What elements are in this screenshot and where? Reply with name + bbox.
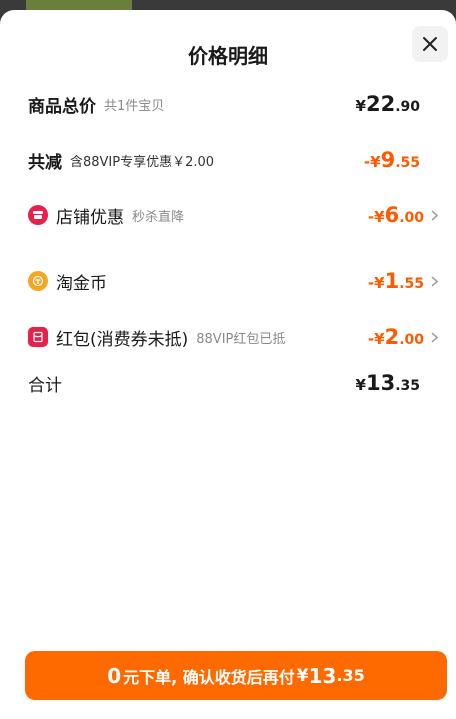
row-sum: 合计 ¥13.35 (28, 368, 438, 398)
vip-discount-note: 含88VIP专享优惠￥2.00 (70, 154, 215, 170)
coin-value: -¥1.55 (367, 269, 424, 293)
shop-discount-value: -¥6.00 (367, 203, 424, 227)
pay-later-order-button[interactable]: 0 元下单, 确认收货后再付 ¥ 13 .35 (25, 651, 447, 700)
red-packet-value: -¥2.00 (367, 325, 424, 349)
coin-label: 淘金币 (56, 273, 107, 294)
sheet-title: 价格明细 (188, 44, 268, 68)
red-packet-note: 88VIP红包已抵 (196, 331, 286, 347)
coin-icon (28, 271, 48, 291)
total-discount-label: 共减 (28, 152, 62, 173)
row-total-price: 商品总价 共1件宝贝 ¥22.90 (28, 89, 438, 119)
total-price-label: 商品总价 (28, 96, 96, 117)
total-discount-value: -¥9.55 (363, 148, 420, 172)
red-packet-icon (28, 327, 48, 347)
sum-label: 合计 (28, 375, 62, 396)
row-taobao-coin[interactable]: 淘金币 -¥1.55 (28, 266, 438, 296)
shop-discount-note: 秒杀直降 (132, 209, 185, 225)
chevron-right-icon (426, 331, 438, 343)
close-icon (423, 37, 437, 51)
red-packet-label: 红包(消费券未抵) (56, 329, 189, 350)
chevron-right-icon (426, 275, 438, 287)
sum-value: ¥13.35 (355, 371, 420, 395)
row-red-packet[interactable]: 红包(消费券未抵) 88VIP红包已抵 -¥2.00 (28, 322, 438, 352)
chevron-right-icon (426, 209, 438, 221)
shop-icon (28, 205, 48, 225)
price-detail-sheet: 价格明细 商品总价 共1件宝贝 ¥22.90 共减 含88VIP专享优惠￥2.0… (0, 10, 456, 719)
row-total-discount: 共减 含88VIP专享优惠￥2.00 -¥9.55 (28, 145, 438, 175)
close-button[interactable] (412, 26, 448, 62)
item-count: 共1件宝贝 (104, 98, 165, 114)
shop-discount-label: 店铺优惠 (56, 207, 124, 228)
total-price-value: ¥22.90 (355, 92, 420, 116)
row-shop-discount[interactable]: 店铺优惠 秒杀直降 -¥6.00 (28, 200, 438, 230)
